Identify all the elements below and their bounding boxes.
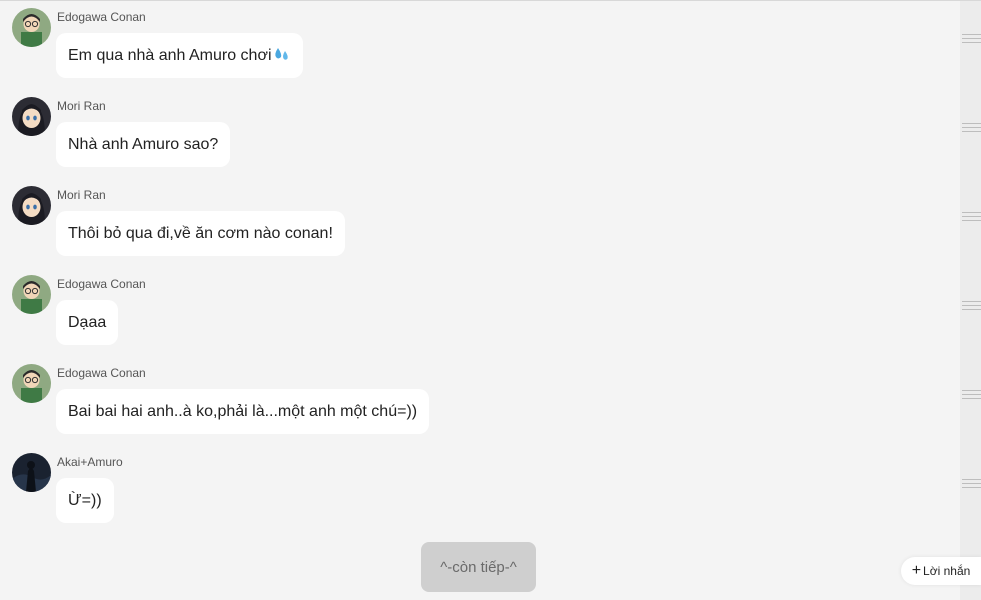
message-text: Bai bai hai anh..à ko,phải là...một anh … <box>68 403 418 420</box>
continue-button-label: ^-còn tiếp-^ <box>440 558 517 576</box>
message-bubble: Nhà anh Amuro sao? <box>56 122 231 167</box>
conan-avatar[interactable] <box>12 275 51 314</box>
drag-handle-icon[interactable] <box>962 123 981 133</box>
add-note-button[interactable]: + Lời nhắn <box>901 557 981 585</box>
message-bubble: Bai bai hai anh..à ko,phải là...một anh … <box>56 389 430 434</box>
message-bubble: Ừ=)) <box>56 478 114 523</box>
sender-name: Edogawa Conan <box>57 366 146 380</box>
message-text: Ừ=)) <box>68 492 102 509</box>
sender-name: Edogawa Conan <box>57 10 146 24</box>
sender-name: Edogawa Conan <box>57 277 146 291</box>
sender-name: Akai+Amuro <box>57 455 123 469</box>
message-text: Em qua nhà anh Amuro chơi <box>68 47 272 64</box>
drag-handle-icon[interactable] <box>962 479 981 489</box>
continue-button[interactable]: ^-còn tiếp-^ <box>421 542 536 592</box>
sender-name: Mori Ran <box>57 99 106 113</box>
message-text: Thôi bỏ qua đi,về ăn cơm nào conan! <box>68 225 333 242</box>
conan-avatar[interactable] <box>12 8 51 47</box>
message-bubble: Em qua nhà anh Amuro chơi <box>56 33 303 78</box>
drag-handle-column <box>960 1 981 600</box>
conan-avatar[interactable] <box>12 364 51 403</box>
drag-handle-icon[interactable] <box>962 34 981 44</box>
sender-name: Mori Ran <box>57 188 106 202</box>
message-bubble: Thôi bỏ qua đi,về ăn cơm nào conan! <box>56 211 345 256</box>
akai-amuro-avatar[interactable] <box>12 453 51 492</box>
drag-handle-icon[interactable] <box>962 212 981 222</box>
ran-avatar[interactable] <box>12 186 51 225</box>
sweat-droplets-icon <box>273 35 291 80</box>
drag-handle-icon[interactable] <box>962 301 981 311</box>
ran-avatar[interactable] <box>12 97 51 136</box>
chat-message-list: Edogawa Conan Em qua nhà anh Amuro chơi … <box>0 0 960 600</box>
plus-icon: + <box>911 562 922 579</box>
drag-handle-icon[interactable] <box>962 390 981 400</box>
message-text: Nhà anh Amuro sao? <box>68 136 219 153</box>
add-note-label: Lời nhắn <box>923 564 971 578</box>
message-text: Dạaa <box>68 314 107 331</box>
message-bubble: Dạaa <box>56 300 119 345</box>
